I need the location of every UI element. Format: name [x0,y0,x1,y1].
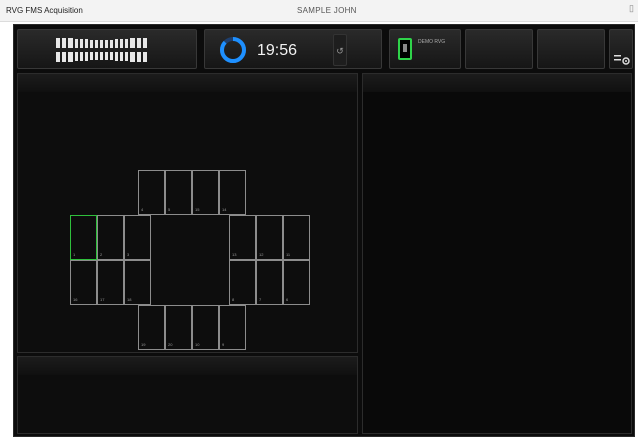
timer-ring-icon [220,37,246,63]
fms-slot-2[interactable]: 2 [97,215,124,260]
settings-icon [614,55,630,65]
fms-slot-number: 15 [195,207,200,212]
sensor-label: DEMO RVG [418,39,446,45]
panel-header [18,74,357,92]
fms-slot-11[interactable]: 11 [283,215,310,260]
panel-header [18,357,357,375]
fms-slot-number: 20 [168,342,173,347]
fms-slot-number: 3 [127,252,130,257]
fms-slot-19[interactable]: 19 [138,305,165,350]
fms-slot-number: 13 [232,252,237,257]
fms-slot-5[interactable]: 5 [165,170,192,215]
acquisition-app: 19:56 ↺ DEMO RVG 4 5 15 14 1 2 3 13 12 11 16 17 18 8 7… [13,24,635,437]
fms-slot-4[interactable]: 4 [138,170,165,215]
fms-slot-number: 9 [222,342,225,347]
fms-slot-15[interactable]: 15 [192,170,219,215]
fms-slot-number: 16 [73,297,78,302]
fms-slot-16[interactable]: 16 [70,260,97,305]
sensor-icon [398,38,412,60]
fms-slot-1[interactable]: 1 [70,215,97,260]
fms-slot-number: 7 [259,297,262,302]
fms-slot-20[interactable]: 20 [165,305,192,350]
fms-slot-18[interactable]: 18 [124,260,151,305]
window-title: RVG FMS Acquisition [6,6,83,15]
reset-timer-button[interactable]: ↺ [333,34,347,66]
fms-slot-3[interactable]: 3 [124,215,151,260]
fms-slot-12[interactable]: 12 [256,215,283,260]
fms-slot-number: 4 [141,207,144,212]
settings-button[interactable] [609,29,633,69]
image-preview-panel [362,73,632,434]
timer-value: 19:56 [257,42,298,59]
fms-slot-number: 17 [100,297,105,302]
fms-slot-number: 18 [127,297,132,302]
fms-slot-number: 11 [286,252,291,257]
fms-slot-9[interactable]: 9 [219,305,246,350]
thumbnail-panel [17,356,358,434]
fms-slot-6[interactable]: 6 [283,260,310,305]
timer-panel: 19:56 ↺ [204,29,382,69]
fms-slot-number: 12 [259,252,264,257]
fms-slot-14[interactable]: 14 [219,170,246,215]
fms-template-panel: 4 5 15 14 1 2 3 13 12 11 16 17 18 8 7 6 19 20 10 9 [17,73,358,353]
fms-slot-number: 6 [286,297,289,302]
teeth-icon [56,38,147,62]
fms-slot-13[interactable]: 13 [229,215,256,260]
fms-slot-number: 19 [141,342,146,347]
fms-slot-number: 1 [73,252,76,257]
fms-slot-10[interactable]: 10 [192,305,219,350]
toolbar-slot-empty[interactable] [537,29,605,69]
title-bar: RVG FMS Acquisition SAMPLE JOHN ▯ [0,0,638,22]
fms-slot-number: 2 [100,252,103,257]
fms-slot-number: 5 [168,207,171,212]
fms-slot-number: 14 [222,207,227,212]
window-control-button[interactable]: ▯ [629,3,634,14]
fms-slot-number: 8 [232,297,235,302]
sensor-status[interactable]: DEMO RVG [389,29,461,69]
fms-slot-17[interactable]: 17 [97,260,124,305]
toolbar-slot-empty[interactable] [465,29,533,69]
fms-slot-8[interactable]: 8 [229,260,256,305]
panel-header [363,74,631,92]
fms-slot-number: 10 [195,342,200,347]
teeth-selector-button[interactable] [17,29,197,69]
patient-name: SAMPLE JOHN [297,6,357,15]
fms-slot-7[interactable]: 7 [256,260,283,305]
